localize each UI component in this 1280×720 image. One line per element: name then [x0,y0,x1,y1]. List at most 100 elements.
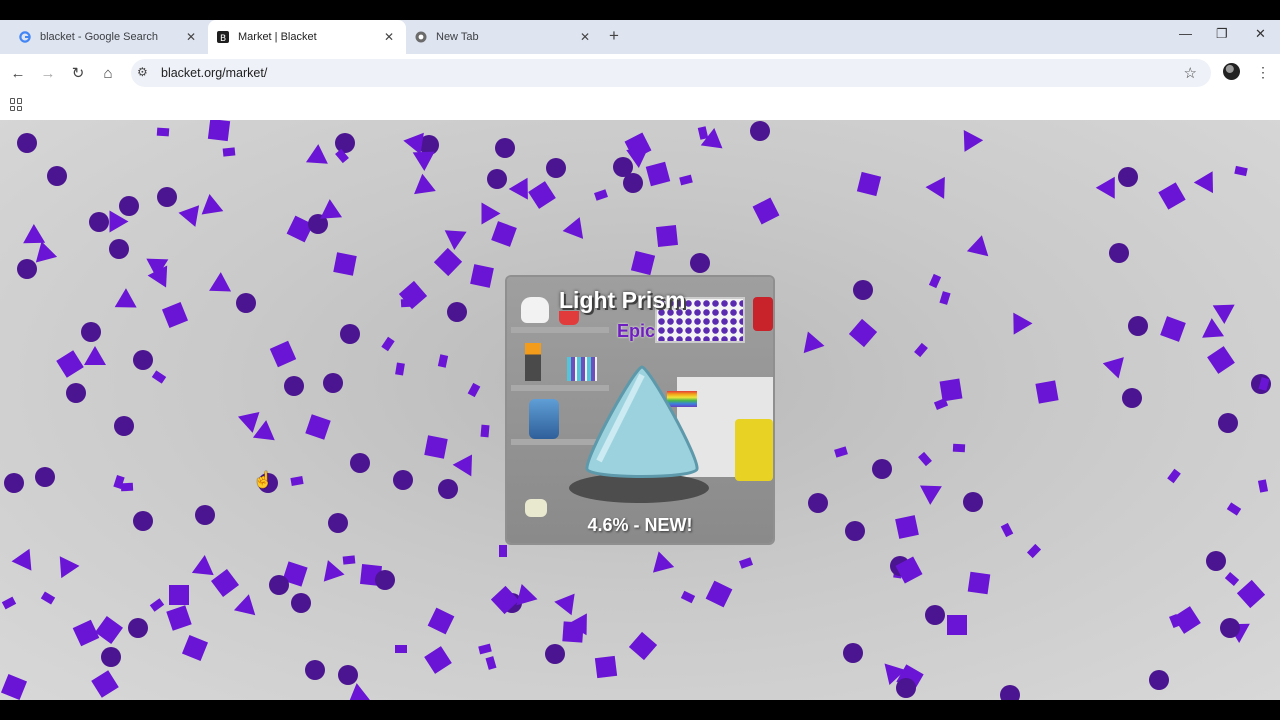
restore-button[interactable]: ❐ [1216,26,1228,42]
confetti-piece [645,161,671,187]
bookmark-star-icon[interactable]: ☆ [1184,64,1197,82]
confetti-piece [452,448,482,477]
new-tab-button[interactable]: + [609,26,619,46]
confetti-piece [157,187,177,207]
confetti-piece [1109,243,1129,263]
confetti-piece [66,383,86,403]
blacket-icon: B [216,30,230,44]
blook-rarity: Epic [617,321,656,341]
browser-tabstrip: blacket - Google Search ✕ B Market | Bla… [0,20,1280,54]
blook-card[interactable]: Light Prism Epic 4.6% - NEW! [507,277,773,543]
confetti-piece [222,147,236,157]
confetti-piece [30,238,58,263]
address-bar[interactable]: ⚙ blacket.org/market/ ☆ [131,59,1211,87]
confetti-piece [797,327,825,354]
forward-icon[interactable]: → [38,63,58,83]
confetti-piece [133,350,153,370]
confetti-piece [628,631,658,661]
confetti-piece [679,174,693,186]
confetti-piece [207,120,231,142]
confetti-piece [195,505,215,525]
confetti-piece [291,593,311,613]
confetti-piece [690,253,710,273]
confetti-piece [156,127,170,137]
profile-avatar[interactable] [1223,63,1240,80]
confetti-piece [630,250,656,276]
blook-name: Light Prism [559,287,686,313]
blook-odds: 4.6% - NEW! [587,515,693,535]
confetti-piece [1207,346,1235,374]
confetti-piece [481,202,501,225]
confetti-piece [1035,380,1059,404]
home-icon[interactable]: ⌂ [98,63,118,83]
confetti-piece [84,346,106,365]
confetti-piece [101,647,121,667]
close-icon[interactable]: ✕ [384,30,394,44]
confetti-piece [81,322,101,342]
confetti-piece [315,560,345,589]
site-info-icon[interactable]: ⚙ [137,65,148,79]
confetti-piece [230,594,256,621]
menu-icon[interactable]: ⋮ [1256,64,1270,81]
confetti-piece [119,196,139,216]
confetti-piece [914,476,942,505]
confetti-piece [438,479,458,499]
confetti-piece [252,418,278,441]
confetti-piece [925,605,945,625]
confetti-piece [424,435,448,459]
confetti-piece [59,554,81,579]
minimize-button[interactable]: — [1179,26,1192,41]
confetti-piece [918,451,932,467]
confetti-piece [499,545,507,557]
url-text[interactable]: blacket.org/market/ [161,66,267,80]
confetti-piece [447,302,467,322]
confetti-piece [284,376,304,396]
confetti-piece [424,646,452,674]
confetti-piece [149,598,165,612]
confetti-piece [1236,579,1266,609]
back-icon[interactable]: ← [8,63,28,83]
apps-icon[interactable] [10,98,23,111]
confetti-piece [395,362,405,376]
confetti-piece [95,616,123,644]
confetti-piece [1000,522,1014,538]
confetti-piece [546,158,566,178]
reload-icon[interactable]: ↻ [68,63,88,83]
confetti-piece [35,467,55,487]
close-icon[interactable]: ✕ [186,30,196,44]
confetti-piece [1026,543,1042,559]
tab-google-search[interactable]: blacket - Google Search ✕ [0,20,208,54]
confetti-piece [925,176,945,199]
tab-market-blacket[interactable]: B Market | Blacket ✕ [208,20,406,54]
close-icon[interactable]: ✕ [580,30,590,44]
confetti-piece [480,424,490,438]
confetti-piece [491,221,517,247]
confetti-piece [375,570,395,590]
confetti-piece [967,571,991,595]
confetti-piece [0,673,28,700]
confetti-piece [443,230,467,251]
confetti-piece [752,197,780,225]
confetti-piece [151,370,167,384]
confetti-piece [269,575,289,595]
confetti-piece [340,324,360,344]
confetti-piece [843,643,863,663]
confetti-piece [1149,670,1169,690]
confetti-piece [236,293,256,313]
close-window-button[interactable]: ✕ [1255,26,1266,42]
browser-toolbar: ← → ↻ ⌂ ⚙ blacket.org/market/ ☆ ⋮ [0,54,1280,92]
confetti-piece [4,473,24,493]
confetti-piece [1,596,17,610]
confetti-piece [169,585,189,605]
tab-new-tab[interactable]: New Tab ✕ [406,20,602,54]
microscope-icon [529,399,559,439]
confetti-piece [1118,167,1138,187]
confetti-piece [161,301,189,329]
confetti-piece [1226,502,1242,516]
confetti-piece [91,670,119,698]
confetti-piece [393,470,413,490]
confetti-piece [109,288,137,317]
tab-title: New Tab [436,31,479,43]
confetti-piece [750,121,770,141]
confetti-piece [342,555,356,565]
